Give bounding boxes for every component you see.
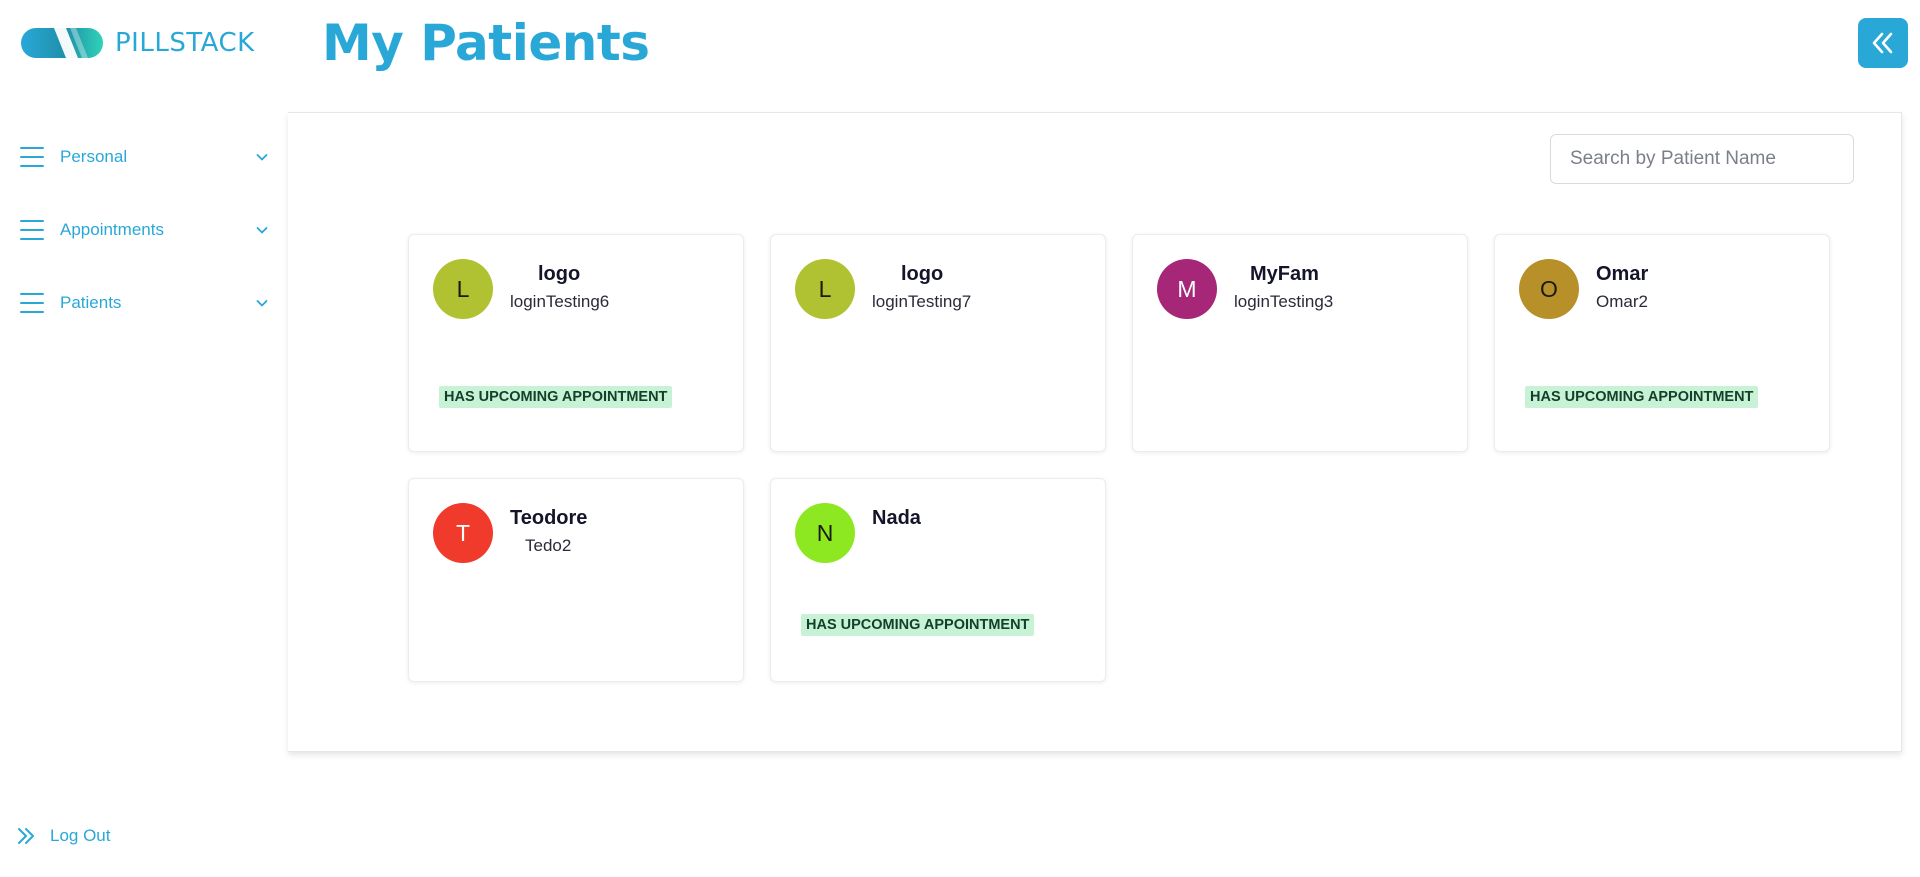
avatar: M [1157, 259, 1217, 319]
avatar: T [433, 503, 493, 563]
sidebar-item-label: Appointments [60, 219, 164, 239]
menu-icon [20, 146, 44, 167]
patient-username: loginTesting3 [1234, 292, 1334, 311]
collapse-sidebar-button[interactable] [1858, 18, 1908, 68]
search-input[interactable] [1550, 134, 1854, 184]
chevron-down-icon [256, 226, 268, 233]
avatar-initial: T [455, 519, 471, 546]
patient-card[interactable]: N Nada HAS UPCOMING APPOINTMENT [770, 478, 1106, 682]
avatar-initial: N [816, 519, 834, 546]
sidebar: PILLSTACK Personal Appointments Patients… [0, 0, 288, 877]
patient-username: Omar2 [1596, 292, 1648, 311]
status-badge: HAS UPCOMING APPOINTMENT [439, 386, 673, 408]
page-title: My Patients [322, 14, 650, 72]
status-badge: HAS UPCOMING APPOINTMENT [801, 614, 1035, 636]
sidebar-item-patients[interactable]: Patients [0, 266, 288, 339]
patient-card[interactable]: L logo loginTesting6 HAS UPCOMING APPOIN… [408, 234, 744, 452]
double-chevron-right-icon [18, 828, 34, 844]
brand[interactable]: PILLSTACK [20, 26, 255, 60]
menu-icon [20, 292, 44, 313]
sidebar-nav: Personal Appointments Patients [0, 120, 288, 339]
avatar: O [1519, 259, 1579, 319]
sidebar-item-label: Patients [60, 292, 122, 312]
pillstack-logo-icon [21, 28, 103, 58]
avatar-initial: M [1177, 275, 1197, 302]
avatar: L [795, 259, 855, 319]
avatar-initial: O [1540, 275, 1558, 302]
patient-name: logo [538, 263, 581, 285]
patient-card[interactable]: L logo loginTesting7 [770, 234, 1106, 452]
patient-card[interactable]: O Omar Omar2 HAS UPCOMING APPOINTMENT [1494, 234, 1830, 452]
status-badge: HAS UPCOMING APPOINTMENT [1525, 386, 1759, 408]
sidebar-item-personal[interactable]: Personal [0, 120, 288, 193]
avatar-initial: L [456, 275, 470, 302]
patient-username: loginTesting6 [510, 292, 610, 311]
avatar-initial: L [818, 275, 832, 302]
sidebar-item-appointments[interactable]: Appointments [0, 193, 288, 266]
patient-username: loginTesting7 [872, 292, 972, 311]
chevron-down-icon [256, 153, 268, 160]
double-chevron-left-icon [1872, 32, 1893, 54]
patient-name: MyFam [1250, 263, 1319, 285]
avatar: N [795, 503, 855, 563]
patient-card[interactable]: M MyFam loginTesting3 [1132, 234, 1468, 452]
patient-name: Omar [1596, 263, 1649, 285]
patient-name: logo [901, 263, 944, 285]
patient-username: Tedo2 [525, 536, 572, 555]
sidebar-item-label: Personal [60, 146, 128, 166]
patient-name: Nada [872, 507, 921, 529]
menu-icon [20, 219, 44, 240]
brand-name: PILLSTACK [115, 28, 255, 58]
avatar: L [433, 259, 493, 319]
patient-name: Teodore [510, 507, 588, 529]
logout-label: Log Out [50, 826, 111, 845]
chevron-down-icon [256, 299, 268, 306]
logout-button[interactable]: Log Out [16, 826, 111, 846]
patient-card[interactable]: T Teodore Tedo2 [408, 478, 744, 682]
